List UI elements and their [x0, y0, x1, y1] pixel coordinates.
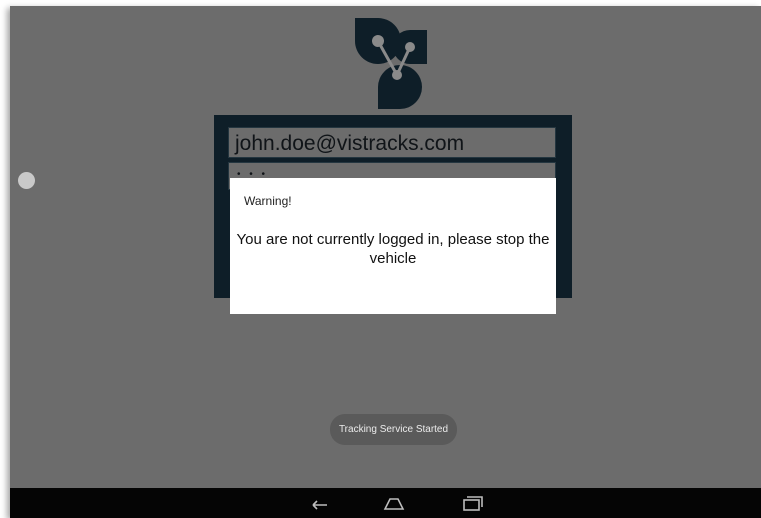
side-indicator-dot: [18, 172, 35, 189]
dialog-title: Warning!: [244, 194, 292, 208]
recents-icon[interactable]: [459, 493, 485, 513]
email-field[interactable]: john.doe@vistracks.com: [228, 127, 556, 158]
warning-dialog: Warning! You are not currently logged in…: [230, 178, 556, 314]
back-icon[interactable]: [307, 493, 333, 513]
dialog-message: You are not currently logged in, please …: [236, 231, 550, 267]
toast-message: Tracking Service Started: [330, 414, 457, 445]
app-logo: [355, 18, 427, 109]
tablet-screen: john.doe@vistracks.com • • • Warning! Yo…: [10, 6, 761, 518]
home-icon[interactable]: [381, 493, 407, 513]
system-navigation-bar: [10, 488, 761, 518]
